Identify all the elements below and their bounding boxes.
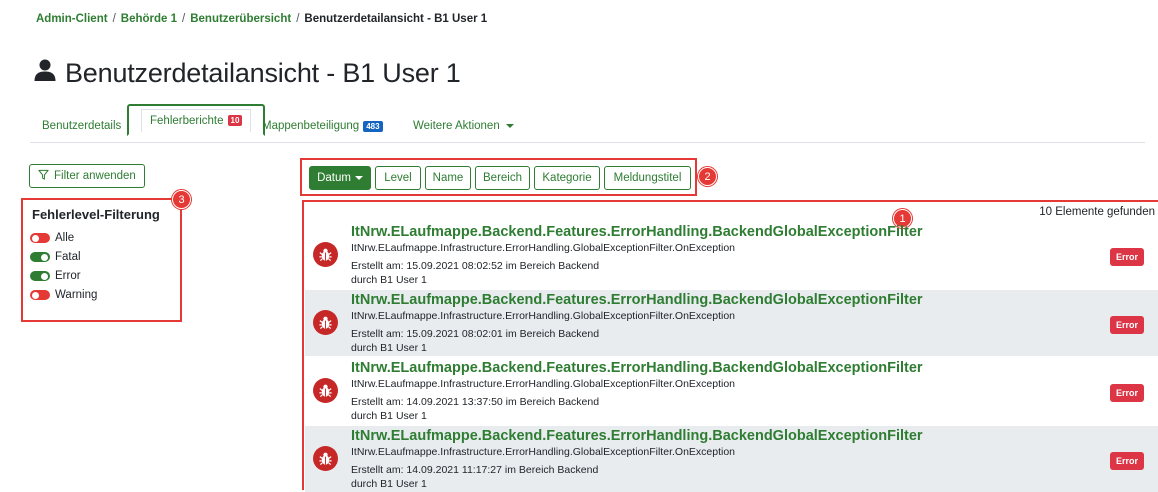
entry-title[interactable]: ItNrw.ELaufmappe.Backend.Features.ErrorH…: [351, 360, 923, 376]
filter-toggle-alle[interactable]: Alle: [30, 232, 74, 244]
entry-title[interactable]: ItNrw.ELaufmappe.Backend.Features.ErrorH…: [351, 292, 923, 308]
toggle-label: Error: [55, 270, 81, 282]
bug-icon: [313, 310, 338, 335]
sort-kategorie-button[interactable]: Kategorie: [534, 166, 600, 190]
apply-filter-button[interactable]: Filter anwenden: [29, 164, 145, 188]
funnel-icon: [38, 169, 49, 183]
list-item[interactable]: ItNrw.ELaufmappe.Backend.Features.ErrorH…: [305, 358, 1158, 424]
entry-author: durch B1 User 1: [351, 478, 427, 490]
tab-label: Benutzerdetails: [42, 120, 122, 132]
list-item[interactable]: ItNrw.ELaufmappe.Backend.Features.ErrorH…: [305, 222, 1158, 288]
apply-filter-label: Filter anwenden: [54, 170, 136, 182]
entry-created: Erstellt am: 14.09.2021 13:37:50 im Bere…: [351, 396, 600, 408]
entry-title[interactable]: ItNrw.ELaufmappe.Backend.Features.ErrorH…: [351, 224, 923, 240]
sort-datum-label: Datum: [317, 172, 351, 184]
list-item[interactable]: ItNrw.ELaufmappe.Backend.Features.ErrorH…: [305, 290, 1158, 356]
annotation-marker-2: 2: [698, 167, 717, 186]
chevron-down-icon: [354, 176, 363, 180]
breadcrumb-current: Benutzerdetailansicht - B1 User 1: [304, 13, 488, 25]
toggle-label: Fatal: [55, 251, 81, 263]
toggle-switch[interactable]: [30, 233, 50, 243]
bug-icon: [313, 378, 338, 403]
page-title: Benutzerdetailansicht - B1 User 1: [33, 58, 461, 89]
toggle-label: Alle: [55, 232, 75, 244]
level-badge: Error: [1110, 248, 1145, 266]
sort-name-button[interactable]: Name: [425, 166, 471, 190]
bug-icon: [313, 242, 338, 267]
tab-benutzerdetails[interactable]: Benutzerdetails: [42, 120, 121, 132]
user-icon: [33, 58, 57, 89]
entry-source: ItNrw.ELaufmappe.Infrastructure.ErrorHan…: [351, 242, 736, 254]
tab-mappenbeteiligung[interactable]: Mappenbeteiligung 483: [262, 120, 383, 132]
toggle-label: Warning: [55, 289, 98, 301]
annotation-marker-3: 3: [172, 190, 191, 209]
entry-created: Erstellt am: 15.09.2021 08:02:01 im Bere…: [351, 328, 600, 340]
tab-bar: Benutzerdetails Fehlerberichte 10 Mappen…: [30, 104, 1145, 143]
results-count: 10 Elemente gefunden: [1039, 206, 1155, 218]
level-badge: Error: [1110, 316, 1145, 334]
level-badge: Error: [1110, 452, 1145, 470]
sort-level-button[interactable]: Level: [375, 166, 421, 190]
tab-label: Fehlerberichte: [150, 114, 224, 127]
level-badge: Error: [1110, 384, 1145, 402]
entry-author: durch B1 User 1: [351, 410, 427, 422]
breadcrumb-separator: /: [296, 13, 300, 25]
list-item[interactable]: ItNrw.ELaufmappe.Backend.Features.ErrorH…: [305, 426, 1158, 492]
toggle-switch[interactable]: [30, 290, 50, 300]
entry-title[interactable]: ItNrw.ELaufmappe.Backend.Features.ErrorH…: [351, 428, 923, 444]
breadcrumb-admin-client[interactable]: Admin-Client: [36, 13, 108, 25]
breadcrumb-separator: /: [112, 13, 116, 25]
entry-created: Erstellt am: 14.09.2021 11:17:27 im Bere…: [351, 464, 599, 476]
filter-heading: Fehlerlevel-Filterung: [32, 207, 160, 222]
chevron-down-icon: [505, 124, 514, 128]
breadcrumb-separator: /: [182, 13, 186, 25]
page-title-text: Benutzerdetailansicht - B1 User 1: [65, 58, 461, 88]
sort-datum-button[interactable]: Datum: [309, 166, 371, 190]
entry-source: ItNrw.ELaufmappe.Infrastructure.ErrorHan…: [351, 446, 736, 458]
folder-count-badge: 483: [363, 120, 383, 132]
toggle-switch[interactable]: [30, 271, 50, 281]
error-count-badge: 10: [227, 115, 243, 126]
entry-source: ItNrw.ELaufmappe.Infrastructure.ErrorHan…: [351, 378, 736, 390]
tab-fehlerberichte[interactable]: Fehlerberichte 10: [127, 104, 266, 136]
filter-toggle-fatal[interactable]: Fatal: [30, 251, 81, 263]
sort-panel: Datum Level Name Bereich Kategorie Meldu…: [300, 158, 697, 196]
filter-toggle-error[interactable]: Error: [30, 270, 81, 282]
entry-author: durch B1 User 1: [351, 274, 427, 286]
sort-bereich-button[interactable]: Bereich: [475, 166, 530, 190]
bug-icon: [313, 446, 338, 471]
breadcrumb-behoerde[interactable]: Behörde 1: [121, 13, 177, 25]
tab-label: Mappenbeteiligung: [262, 120, 360, 132]
breadcrumb: Admin-Client / Behörde 1 / Benutzerübersicht…: [36, 13, 487, 25]
breadcrumb-benutzeruebersicht[interactable]: Benutzerübersicht: [190, 13, 291, 25]
sort-meldungstitel-button[interactable]: Meldungstitel: [604, 166, 691, 190]
toggle-switch[interactable]: [30, 252, 50, 262]
entry-source: ItNrw.ELaufmappe.Infrastructure.ErrorHan…: [351, 310, 736, 322]
entry-author: durch B1 User 1: [351, 342, 427, 354]
tab-weitere-aktionen[interactable]: Weitere Aktionen: [413, 120, 514, 132]
filter-panel: Fehlerlevel-Filterung Alle Fatal Error W…: [21, 198, 182, 322]
filter-toggle-warning[interactable]: Warning: [30, 289, 97, 301]
entry-created: Erstellt am: 15.09.2021 08:02:52 im Bere…: [351, 260, 600, 272]
tab-label: Weitere Aktionen: [413, 120, 500, 132]
